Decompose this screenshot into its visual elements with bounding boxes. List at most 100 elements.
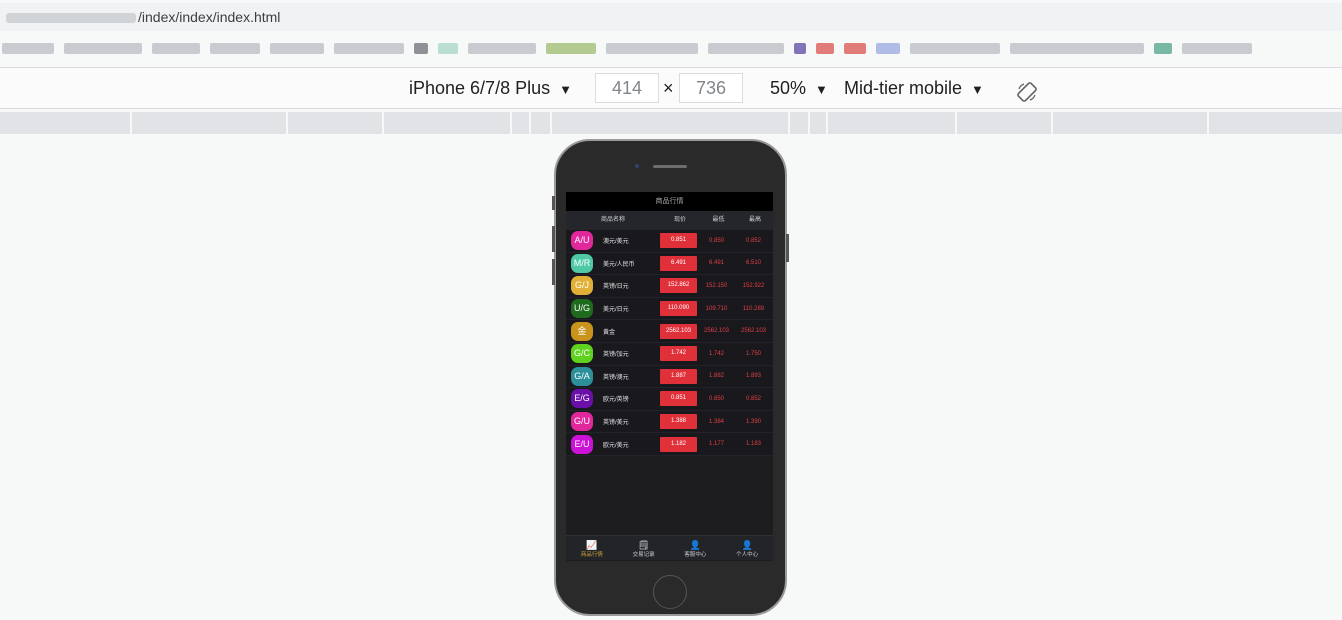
device-name: iPhone 6/7/8 Plus bbox=[409, 78, 551, 98]
current-price: 0.851 bbox=[660, 391, 697, 407]
bookmark-item[interactable] bbox=[270, 42, 324, 54]
tab-2[interactable]: 👤 客服中心 bbox=[670, 536, 722, 560]
current-price: 2562.103 bbox=[660, 323, 697, 339]
tab-1[interactable]: 🗒 交易记录 bbox=[618, 536, 670, 560]
bookmark-item[interactable] bbox=[152, 42, 200, 54]
zoom-select[interactable]: 50% ▼ bbox=[770, 68, 828, 108]
home-button[interactable] bbox=[653, 575, 687, 609]
symbol-badge: E/U bbox=[571, 434, 593, 454]
table-row[interactable]: G/C 英镑/加元 1.742 1.742 1.750 bbox=[566, 342, 773, 366]
camera bbox=[635, 164, 639, 168]
current-price: 1.182 bbox=[660, 436, 697, 452]
dimension-separator: × bbox=[663, 78, 674, 98]
device-select[interactable]: iPhone 6/7/8 Plus ▼ bbox=[409, 68, 572, 108]
page-title: 商品行情 bbox=[566, 192, 773, 211]
table-row[interactable]: E/G 欧元/英镑 0.851 0.850 0.852 bbox=[566, 388, 773, 411]
table-row[interactable]: 金 黄金 2562.103 2562.103 2562.103 bbox=[566, 320, 773, 343]
table-row[interactable]: U/G 美元/日元 110.090 109.710 110.289 bbox=[566, 297, 773, 321]
speaker bbox=[653, 165, 687, 168]
device-toolbar: iPhone 6/7/8 Plus ▼ 414 × 736 50% ▼ Mid-… bbox=[0, 67, 1342, 109]
zoom-value: 50% bbox=[770, 78, 807, 98]
current-price: 1.742 bbox=[660, 346, 697, 362]
symbol-badge: G/C bbox=[571, 344, 593, 364]
document-icon: 🗒 bbox=[637, 540, 650, 550]
bookmark-item[interactable] bbox=[910, 42, 1000, 54]
table-row[interactable]: M/R 美元/人民币 6.491 6.491 6.510 bbox=[566, 252, 773, 276]
bookmark-item[interactable] bbox=[468, 42, 536, 54]
low-price: 1.384 bbox=[708, 418, 724, 425]
bookmark-item[interactable] bbox=[606, 42, 698, 54]
low-price: 0.850 bbox=[708, 237, 724, 244]
symbol-badge: 金 bbox=[571, 321, 593, 341]
table-row[interactable]: A/U 澳元/美元 0.851 0.850 0.852 bbox=[566, 230, 773, 253]
product-name: 欧元/英镑 bbox=[603, 397, 629, 404]
address-bar[interactable]: /index/index/index.html bbox=[0, 3, 1342, 31]
product-name: 英镑/美元 bbox=[603, 420, 629, 427]
tab-0[interactable]: 📈 商品行情 bbox=[566, 536, 618, 560]
product-name: 欧元/美元 bbox=[603, 442, 629, 449]
low-price: 2562.103 bbox=[703, 328, 730, 335]
low-price: 152.150 bbox=[705, 282, 728, 289]
symbol-badge: E/G bbox=[571, 389, 593, 409]
user-icon: 👤 bbox=[689, 540, 701, 550]
column-header-high: 最高 bbox=[748, 217, 761, 223]
throttle-select[interactable]: Mid-tier mobile ▼ bbox=[844, 68, 984, 108]
column-header-low: 最低 bbox=[712, 217, 725, 223]
product-name: 澳元/美元 bbox=[603, 239, 629, 246]
bookmark-item[interactable] bbox=[334, 42, 404, 54]
chevron-down-icon: ▼ bbox=[815, 82, 828, 97]
column-header-price: 现价 bbox=[673, 217, 686, 223]
blurred-domain bbox=[6, 13, 136, 24]
symbol-badge: M/R bbox=[571, 253, 593, 273]
bookmark-item[interactable] bbox=[844, 42, 866, 54]
symbol-badge: A/U bbox=[571, 231, 593, 251]
height-input[interactable]: 736 bbox=[679, 73, 743, 103]
high-price: 6.510 bbox=[745, 260, 761, 267]
high-price: 1.893 bbox=[745, 373, 761, 380]
high-price: 1.390 bbox=[745, 418, 761, 425]
bookmark-item[interactable] bbox=[1010, 42, 1144, 54]
app-screen: 商品行情 商品名称 现价 最低 最高 A/U 澳元/美元 0.851 0.850 0.8… bbox=[566, 192, 773, 561]
bookmark-item[interactable] bbox=[876, 42, 900, 54]
user-icon: 👤 bbox=[741, 540, 753, 550]
current-price: 0.851 bbox=[660, 233, 697, 249]
bookmark-item[interactable] bbox=[2, 42, 54, 54]
tab-label: 个人中心 bbox=[736, 552, 759, 558]
low-price: 1.742 bbox=[708, 350, 724, 357]
bookmark-item[interactable] bbox=[1182, 42, 1252, 54]
table-row[interactable]: E/U 欧元/美元 1.182 1.177 1.183 bbox=[566, 433, 773, 456]
rotate-icon[interactable] bbox=[1016, 77, 1038, 102]
tab-3[interactable]: 👤 个人中心 bbox=[721, 536, 773, 560]
table-row[interactable]: G/A 英镑/澳元 1.887 1.882 1.893 bbox=[566, 365, 773, 389]
high-price: 2562.103 bbox=[740, 328, 767, 335]
chevron-down-icon: ▼ bbox=[971, 82, 984, 97]
bookmark-item[interactable] bbox=[816, 42, 834, 54]
media-query-bar[interactable] bbox=[0, 112, 1342, 134]
product-name: 英镑/加元 bbox=[603, 352, 629, 359]
throttle-value: Mid-tier mobile bbox=[844, 78, 963, 98]
bookmark-item[interactable] bbox=[1154, 42, 1172, 54]
product-name: 英镑/日元 bbox=[603, 284, 629, 291]
bookmark-item[interactable] bbox=[414, 42, 428, 54]
bookmark-item[interactable] bbox=[794, 42, 806, 54]
table-row[interactable]: G/U 英镑/美元 1.388 1.384 1.390 bbox=[566, 410, 773, 434]
symbol-badge: G/A bbox=[571, 366, 593, 386]
bookmark-item[interactable] bbox=[438, 42, 458, 54]
bookmark-item[interactable] bbox=[708, 42, 784, 54]
low-price: 1.177 bbox=[708, 441, 724, 448]
high-price: 152.922 bbox=[742, 282, 765, 289]
product-name: 黄金 bbox=[603, 329, 616, 336]
high-price: 1.183 bbox=[745, 441, 761, 448]
current-price: 6.491 bbox=[660, 255, 697, 271]
chevron-down-icon: ▼ bbox=[559, 82, 572, 97]
table-row[interactable]: G/J 英镑/日元 152.862 152.150 152.922 bbox=[566, 275, 773, 298]
bookmark-item[interactable] bbox=[64, 42, 142, 54]
table-header: 商品名称 现价 最低 最高 bbox=[566, 211, 773, 230]
bookmark-item[interactable] bbox=[210, 42, 260, 54]
width-input[interactable]: 414 bbox=[595, 73, 659, 103]
bookmark-item[interactable] bbox=[546, 42, 596, 54]
low-price: 0.850 bbox=[708, 395, 724, 402]
current-price: 1.887 bbox=[660, 368, 697, 384]
tab-label: 客服中心 bbox=[684, 552, 707, 558]
bottom-tab-bar: 📈 商品行情 🗒 交易记录 👤 客服中心 👤 个人中心 bbox=[566, 535, 773, 560]
